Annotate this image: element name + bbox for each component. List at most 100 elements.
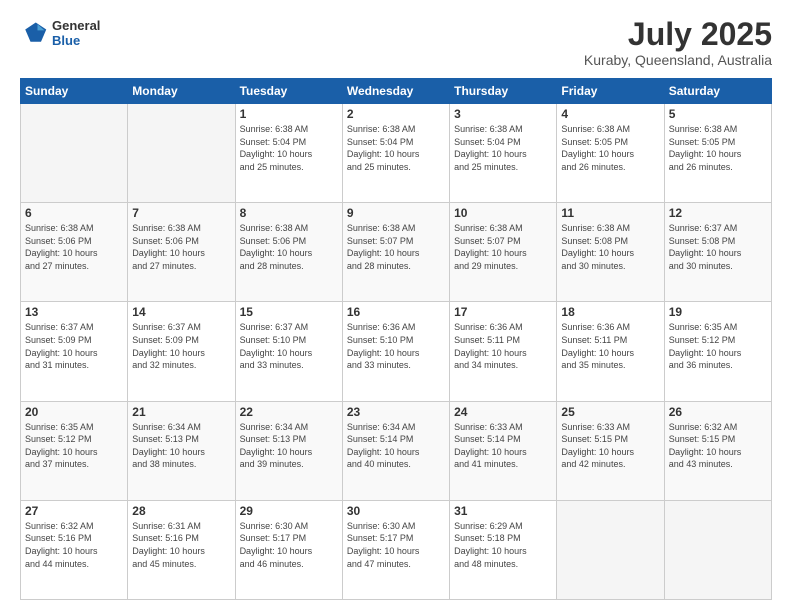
day-info: Sunrise: 6:29 AMSunset: 5:18 PMDaylight:… xyxy=(454,520,552,570)
table-row: 12 Sunrise: 6:37 AMSunset: 5:08 PMDayligh… xyxy=(664,203,771,302)
table-row xyxy=(557,500,664,599)
day-info: Sunrise: 6:37 AMSunset: 5:10 PMDaylight:… xyxy=(240,321,338,371)
day-info: Sunrise: 6:38 AMSunset: 5:06 PMDaylight:… xyxy=(132,222,230,272)
col-thursday: Thursday xyxy=(450,79,557,104)
table-row: 19 Sunrise: 6:35 AMSunset: 5:12 PMDayligh… xyxy=(664,302,771,401)
day-number: 9 xyxy=(347,206,445,220)
day-number: 14 xyxy=(132,305,230,319)
day-info: Sunrise: 6:35 AMSunset: 5:12 PMDaylight:… xyxy=(25,421,123,471)
day-number: 1 xyxy=(240,107,338,121)
day-info: Sunrise: 6:36 AMSunset: 5:11 PMDaylight:… xyxy=(454,321,552,371)
day-info: Sunrise: 6:35 AMSunset: 5:12 PMDaylight:… xyxy=(669,321,767,371)
day-number: 2 xyxy=(347,107,445,121)
day-info: Sunrise: 6:30 AMSunset: 5:17 PMDaylight:… xyxy=(347,520,445,570)
day-number: 20 xyxy=(25,405,123,419)
day-info: Sunrise: 6:34 AMSunset: 5:13 PMDaylight:… xyxy=(240,421,338,471)
table-row: 17 Sunrise: 6:36 AMSunset: 5:11 PMDayligh… xyxy=(450,302,557,401)
day-number: 29 xyxy=(240,504,338,518)
header: General Blue July 2025 Kuraby, Queenslan… xyxy=(20,18,772,68)
day-number: 16 xyxy=(347,305,445,319)
day-number: 8 xyxy=(240,206,338,220)
day-info: Sunrise: 6:38 AMSunset: 5:06 PMDaylight:… xyxy=(240,222,338,272)
table-row: 10Sunrise: 6:38 AMSunset: 5:07 PMDayligh… xyxy=(450,203,557,302)
day-number: 4 xyxy=(561,107,659,121)
day-number: 6 xyxy=(25,206,123,220)
day-info: Sunrise: 6:36 AMSunset: 5:11 PMDaylight:… xyxy=(561,321,659,371)
table-row: 24Sunrise: 6:33 AMSunset: 5:14 PMDayligh… xyxy=(450,401,557,500)
col-saturday: Saturday xyxy=(664,79,771,104)
day-info: Sunrise: 6:38 AMSunset: 5:04 PMDaylight:… xyxy=(454,123,552,173)
day-info: Sunrise: 6:37 AMSunset: 5:09 PMDaylight:… xyxy=(25,321,123,371)
table-row: 18 Sunrise: 6:36 AMSunset: 5:11 PMDayligh… xyxy=(557,302,664,401)
table-row: 13 Sunrise: 6:37 AMSunset: 5:09 PMDayligh… xyxy=(21,302,128,401)
calendar-header-row: Sunday Monday Tuesday Wednesday Thursday… xyxy=(21,79,772,104)
calendar-week-row: 13 Sunrise: 6:37 AMSunset: 5:09 PMDayligh… xyxy=(21,302,772,401)
day-info: Sunrise: 6:31 AMSunset: 5:16 PMDaylight:… xyxy=(132,520,230,570)
day-info: Sunrise: 6:34 AMSunset: 5:14 PMDaylight:… xyxy=(347,421,445,471)
table-row: 20 Sunrise: 6:35 AMSunset: 5:12 PMDayligh… xyxy=(21,401,128,500)
day-number: 21 xyxy=(132,405,230,419)
day-number: 3 xyxy=(454,107,552,121)
calendar-table: Sunday Monday Tuesday Wednesday Thursday… xyxy=(20,78,772,600)
day-number: 15 xyxy=(240,305,338,319)
col-wednesday: Wednesday xyxy=(342,79,449,104)
calendar-week-row: 27 Sunrise: 6:32 AMSunset: 5:16 PMDayligh… xyxy=(21,500,772,599)
day-number: 25 xyxy=(561,405,659,419)
table-row: 5Sunrise: 6:38 AMSunset: 5:05 PMDaylight… xyxy=(664,104,771,203)
table-row: 26Sunrise: 6:32 AMSunset: 5:15 PMDayligh… xyxy=(664,401,771,500)
day-number: 22 xyxy=(240,405,338,419)
table-row: 22 Sunrise: 6:34 AMSunset: 5:13 PMDayligh… xyxy=(235,401,342,500)
day-number: 18 xyxy=(561,305,659,319)
table-row: 16 Sunrise: 6:36 AMSunset: 5:10 PMDayligh… xyxy=(342,302,449,401)
table-row: 9Sunrise: 6:38 AMSunset: 5:07 PMDaylight… xyxy=(342,203,449,302)
calendar-week-row: 1 Sunrise: 6:38 AMSunset: 5:04 PMDaylight… xyxy=(21,104,772,203)
table-row: 31 Sunrise: 6:29 AMSunset: 5:18 PMDayligh… xyxy=(450,500,557,599)
day-number: 17 xyxy=(454,305,552,319)
day-info: Sunrise: 6:38 AMSunset: 5:08 PMDaylight:… xyxy=(561,222,659,272)
day-info: Sunrise: 6:37 AMSunset: 5:09 PMDaylight:… xyxy=(132,321,230,371)
table-row: 29 Sunrise: 6:30 AMSunset: 5:17 PMDayligh… xyxy=(235,500,342,599)
day-info: Sunrise: 6:38 AMSunset: 5:07 PMDaylight:… xyxy=(454,222,552,272)
table-row: 8 Sunrise: 6:38 AMSunset: 5:06 PMDaylight… xyxy=(235,203,342,302)
page: General Blue July 2025 Kuraby, Queenslan… xyxy=(0,0,792,612)
month-title: July 2025 xyxy=(584,18,772,50)
table-row: 1 Sunrise: 6:38 AMSunset: 5:04 PMDaylight… xyxy=(235,104,342,203)
col-sunday: Sunday xyxy=(21,79,128,104)
table-row: 7 Sunrise: 6:38 AMSunset: 5:06 PMDaylight… xyxy=(128,203,235,302)
table-row: 21 Sunrise: 6:34 AMSunset: 5:13 PMDayligh… xyxy=(128,401,235,500)
day-number: 19 xyxy=(669,305,767,319)
logo-text: General Blue xyxy=(52,18,100,48)
day-info: Sunrise: 6:36 AMSunset: 5:10 PMDaylight:… xyxy=(347,321,445,371)
day-info: Sunrise: 6:38 AMSunset: 5:04 PMDaylight:… xyxy=(347,123,445,173)
col-tuesday: Tuesday xyxy=(235,79,342,104)
calendar-week-row: 6 Sunrise: 6:38 AMSunset: 5:06 PMDaylight… xyxy=(21,203,772,302)
day-number: 12 xyxy=(669,206,767,220)
day-number: 7 xyxy=(132,206,230,220)
day-info: Sunrise: 6:33 AMSunset: 5:14 PMDaylight:… xyxy=(454,421,552,471)
day-info: Sunrise: 6:37 AMSunset: 5:08 PMDaylight:… xyxy=(669,222,767,272)
day-number: 26 xyxy=(669,405,767,419)
table-row: 28Sunrise: 6:31 AMSunset: 5:16 PMDayligh… xyxy=(128,500,235,599)
col-friday: Friday xyxy=(557,79,664,104)
day-number: 31 xyxy=(454,504,552,518)
logo: General Blue xyxy=(20,18,100,48)
day-number: 11 xyxy=(561,206,659,220)
day-info: Sunrise: 6:38 AMSunset: 5:04 PMDaylight:… xyxy=(240,123,338,173)
day-number: 23 xyxy=(347,405,445,419)
table-row xyxy=(664,500,771,599)
day-info: Sunrise: 6:34 AMSunset: 5:13 PMDaylight:… xyxy=(132,421,230,471)
day-info: Sunrise: 6:38 AMSunset: 5:05 PMDaylight:… xyxy=(669,123,767,173)
day-number: 30 xyxy=(347,504,445,518)
title-area: July 2025 Kuraby, Queensland, Australia xyxy=(584,18,772,68)
table-row: 23 Sunrise: 6:34 AMSunset: 5:14 PMDayligh… xyxy=(342,401,449,500)
table-row: 27 Sunrise: 6:32 AMSunset: 5:16 PMDayligh… xyxy=(21,500,128,599)
day-info: Sunrise: 6:32 AMSunset: 5:16 PMDaylight:… xyxy=(25,520,123,570)
day-number: 13 xyxy=(25,305,123,319)
table-row: 6Sunrise: 6:38 AMSunset: 5:06 PMDaylight… xyxy=(21,203,128,302)
logo-icon xyxy=(20,19,48,47)
table-row: 25Sunrise: 6:33 AMSunset: 5:15 PMDayligh… xyxy=(557,401,664,500)
day-info: Sunrise: 6:30 AMSunset: 5:17 PMDaylight:… xyxy=(240,520,338,570)
table-row xyxy=(128,104,235,203)
day-number: 27 xyxy=(25,504,123,518)
table-row: 2 Sunrise: 6:38 AMSunset: 5:04 PMDaylight… xyxy=(342,104,449,203)
